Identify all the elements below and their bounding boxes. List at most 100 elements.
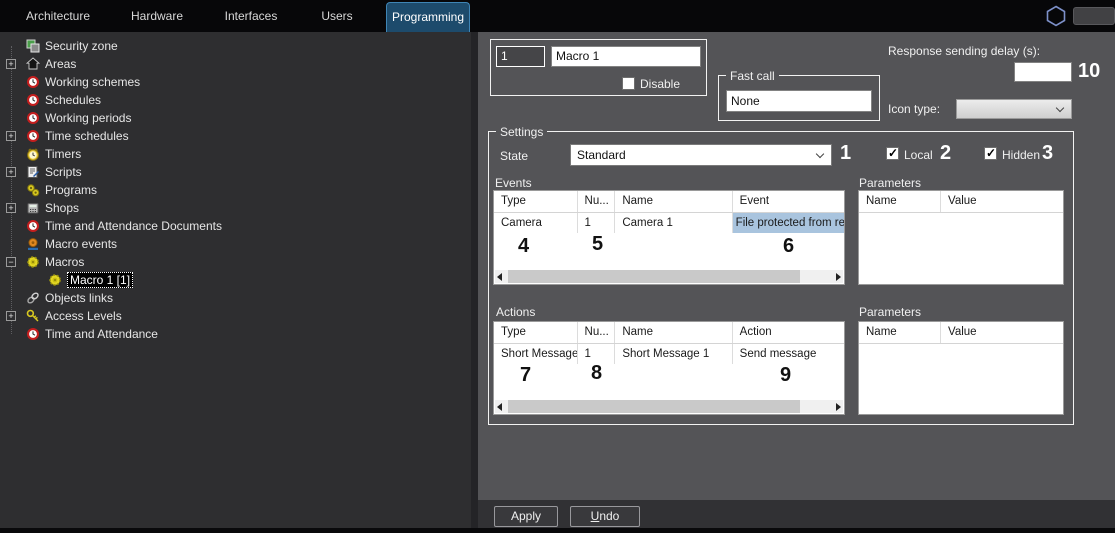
tab-programming[interactable]: Programming (386, 2, 470, 32)
column-header[interactable]: Value (941, 191, 1063, 212)
event-number-cell[interactable]: 1 (578, 213, 616, 233)
settings-title: Settings (496, 125, 547, 139)
column-header[interactable]: Nu... (578, 191, 616, 212)
actions-parameters-title: Parameters (859, 305, 921, 319)
gears-yellow-icon (26, 183, 40, 197)
annotation-9: 9 (780, 364, 791, 387)
tree-item-time-schedules[interactable]: + Time schedules (0, 127, 471, 145)
column-header[interactable]: Type (494, 322, 578, 343)
tree-item-working-schemes[interactable]: Working schemes (0, 73, 471, 91)
disable-checkbox[interactable] (622, 77, 635, 90)
tree-item-label: Areas (45, 57, 76, 71)
tree-item-time-attendance-documents[interactable]: Time and Attendance Documents (0, 217, 471, 235)
scrollbar-thumb[interactable] (508, 400, 800, 413)
tab-interfaces[interactable]: Interfaces (219, 0, 283, 32)
scroll-left-icon[interactable] (497, 403, 502, 411)
fast-call-field[interactable]: None (726, 90, 872, 112)
expand-icon[interactable]: + (6, 131, 16, 141)
fast-call-title: Fast call (726, 69, 779, 83)
hidden-label: Hidden (1002, 148, 1040, 162)
annotation-4: 4 (518, 235, 529, 258)
expand-icon[interactable]: + (6, 167, 16, 177)
tree-item-macro-1-selected[interactable]: Macro 1 [1] (0, 271, 471, 289)
tree-item-macros[interactable]: − Macros (0, 253, 471, 271)
events-table-row[interactable]: Camera 1 Camera 1 File protected from re… (494, 213, 844, 233)
annotation-2: 2 (940, 142, 951, 165)
tree-item-security-zone[interactable]: Security zone (0, 37, 471, 55)
scroll-right-icon[interactable] (836, 403, 841, 411)
event-type-cell[interactable]: Camera (494, 213, 578, 233)
tree-item-objects-links[interactable]: Objects links (0, 289, 471, 307)
tab-hardware[interactable]: Hardware (126, 0, 188, 32)
expand-icon[interactable]: + (6, 311, 16, 321)
collapse-icon[interactable]: − (6, 257, 16, 267)
tree-item-areas[interactable]: + Areas (0, 55, 471, 73)
window-control-button[interactable] (1073, 7, 1115, 25)
tree-item-access-levels[interactable]: + Access Levels (0, 307, 471, 325)
chevron-down-icon (1056, 104, 1064, 112)
macro-event-icon (26, 237, 40, 251)
column-header[interactable]: Nu... (578, 322, 616, 343)
tree-item-macro-events[interactable]: Macro events (0, 235, 471, 253)
action-name-cell[interactable]: Short Message 1 (615, 344, 732, 364)
scrollbar-thumb[interactable] (508, 270, 800, 283)
tree-item-timers[interactable]: Timers (0, 145, 471, 163)
column-header[interactable]: Type (494, 191, 578, 212)
tree-item-scripts[interactable]: + Scripts (0, 163, 471, 181)
clock-red-icon (26, 219, 40, 233)
tree-item-label: Objects links (45, 291, 113, 305)
clock-red-icon (26, 111, 40, 125)
state-dropdown[interactable]: Standard (570, 144, 832, 166)
apply-button[interactable]: Apply (494, 506, 558, 527)
tree-item-shops[interactable]: + Shops (0, 199, 471, 217)
hidden-checkbox[interactable] (984, 147, 997, 160)
scroll-left-icon[interactable] (497, 273, 502, 281)
response-delay-field[interactable] (1014, 62, 1072, 82)
event-name-cell[interactable]: Camera 1 (615, 213, 732, 233)
tree-item-label: Working schemes (45, 75, 140, 89)
actions-horizontal-scrollbar[interactable] (495, 400, 843, 413)
tree-item-schedules[interactable]: Schedules (0, 91, 471, 109)
action-number-cell[interactable]: 1 (578, 344, 616, 364)
expand-icon[interactable]: + (6, 203, 16, 213)
macro-name-field[interactable]: Macro 1 (551, 46, 701, 67)
alarm-clock-yellow-icon (26, 147, 40, 161)
tree-item-label: Access Levels (45, 309, 122, 323)
events-header-row: Type Nu... Name Event (494, 191, 844, 213)
expand-icon[interactable]: + (6, 59, 16, 69)
local-checkbox[interactable] (886, 147, 899, 160)
events-parameters-title: Parameters (859, 176, 921, 190)
tab-architecture[interactable]: Architecture (18, 0, 98, 32)
clock-red-icon (26, 327, 40, 341)
top-navigation-bar: Architecture Hardware Interfaces Users P… (0, 0, 1115, 32)
column-header[interactable]: Name (859, 322, 941, 343)
macro-id-field[interactable]: 1 (496, 46, 545, 67)
parameters-header-row: Name Value (859, 322, 1063, 344)
column-header[interactable]: Name (615, 322, 732, 343)
column-header[interactable]: Name (859, 191, 941, 212)
tree-item-programs[interactable]: Programs (0, 181, 471, 199)
undo-button[interactable]: Undo (570, 506, 640, 527)
events-parameters-table: Name Value (858, 190, 1064, 285)
events-horizontal-scrollbar[interactable] (495, 270, 843, 283)
application-window: Architecture Hardware Interfaces Users P… (0, 0, 1115, 533)
scroll-right-icon[interactable] (836, 273, 841, 281)
column-header[interactable]: Name (615, 191, 732, 212)
actions-header-row: Type Nu... Name Action (494, 322, 844, 344)
chain-link-icon (26, 291, 40, 305)
security-zone-icon (26, 39, 40, 53)
annotation-3: 3 (1042, 142, 1053, 165)
action-action-cell[interactable]: Send message (733, 344, 844, 364)
tree-item-working-periods[interactable]: Working periods (0, 109, 471, 127)
events-title: Events (495, 176, 532, 190)
tree-item-label: Schedules (45, 93, 101, 107)
column-header[interactable]: Event (733, 191, 844, 212)
column-header[interactable]: Value (941, 322, 1063, 343)
actions-table-row[interactable]: Short Message 1 Short Message 1 Send mes… (494, 344, 844, 364)
event-event-cell-selected[interactable]: File protected from rew (733, 213, 844, 233)
tab-users[interactable]: Users (317, 0, 357, 32)
column-header[interactable]: Action (733, 322, 844, 343)
action-type-cell[interactable]: Short Message (494, 344, 578, 364)
icon-type-dropdown[interactable] (956, 99, 1072, 119)
tree-item-time-and-attendance[interactable]: Time and Attendance (0, 325, 471, 343)
